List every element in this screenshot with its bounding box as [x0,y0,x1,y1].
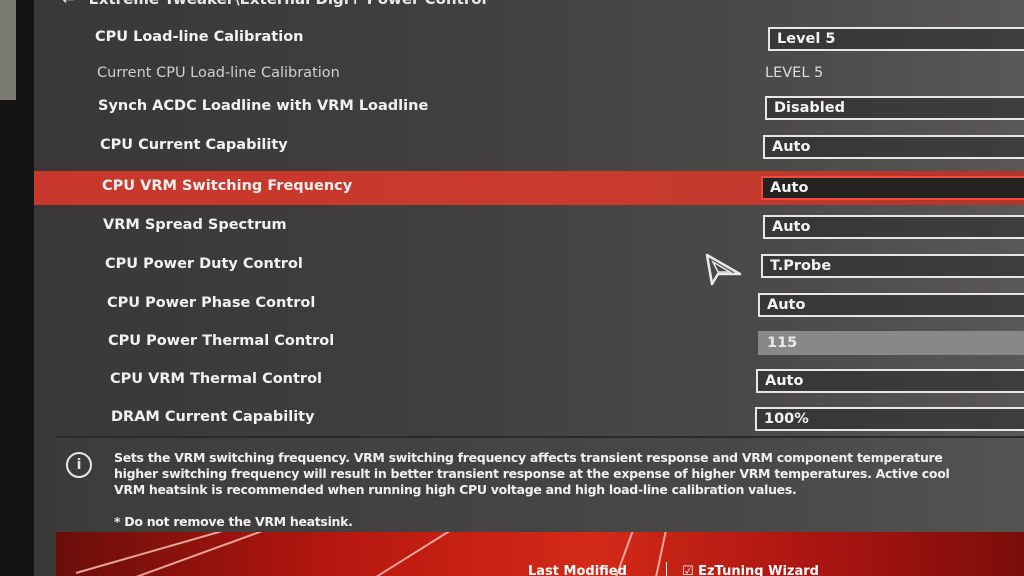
setting-dropdown[interactable]: Level 5 [768,27,1024,51]
setting-label: VRM Spread Spectrum [103,217,287,233]
footer-bar: Last Modified ☑ EzTuning Wizard [56,532,1024,576]
setting-dropdown[interactable]: Auto [763,215,1024,239]
setting-dropdown[interactable]: Auto [756,369,1024,393]
setting-label: CPU Power Phase Control [107,295,316,311]
setting-label: Current CPU Load-line Calibration [97,65,340,81]
setting-row[interactable]: VRM Spread Spectrum Auto [34,210,1024,244]
setting-row[interactable]: CPU Power Phase Control Auto [34,288,1024,322]
last-modified-button[interactable]: Last Modified [528,564,627,576]
breadcrumb-path: Extreme Tweaker\External Digi+ Power Con… [89,0,487,8]
setting-label: CPU Load-line Calibration [95,29,304,45]
setting-dropdown[interactable]: T.Probe [761,254,1024,278]
setting-dropdown[interactable]: Auto [761,176,1024,200]
setting-label: CPU Current Capability [100,137,288,153]
setting-dropdown[interactable]: 100% [755,407,1024,431]
setting-dropdown[interactable]: Auto [763,135,1024,159]
setting-row[interactable]: DRAM Current Capability 100% [34,402,1024,436]
setting-row[interactable]: CPU Power Thermal Control 115 [34,326,1024,360]
setting-label: CPU VRM Thermal Control [110,371,323,387]
setting-row[interactable]: CPU Load-line Calibration Level 5 [34,22,1024,56]
setting-row[interactable]: CPU Power Duty Control T.Probe [34,249,1024,283]
footer-divider [666,562,667,576]
help-text-line: VRM heatsink is recommended when running… [114,482,797,497]
background-object [0,0,16,100]
back-arrow-icon[interactable]: ← [62,0,75,8]
decorative-streak [135,532,344,576]
decorative-streak [655,532,672,576]
help-panel: i Sets the VRM switching frequency. VRM … [56,436,1024,534]
breadcrumb: ← Extreme Tweaker\External Digi+ Power Co… [62,0,487,8]
setting-row[interactable]: CPU VRM Thermal Control Auto [34,364,1024,398]
help-text-line: higher switching frequency will result i… [114,466,950,481]
setting-row[interactable]: Synch ACDC Loadline with VRM Loadline Dis… [34,91,1024,125]
setting-label: CPU Power Thermal Control [108,333,335,349]
info-icon: i [66,452,92,478]
setting-row[interactable]: CPU VRM Switching Frequency Auto [34,171,1024,205]
setting-value-input[interactable]: 115 [758,331,1024,355]
setting-dropdown[interactable]: Auto [758,293,1024,317]
help-note: * Do not remove the VRM heatsink. [114,514,353,529]
mouse-cursor-icon [705,253,742,286]
setting-label: CPU VRM Switching Frequency [102,178,353,194]
setting-dropdown[interactable]: Disabled [765,96,1024,120]
help-text-line: Sets the VRM switching frequency. VRM sw… [114,450,943,465]
decorative-streak [375,532,496,576]
setting-row[interactable]: CPU Current Capability Auto [34,130,1024,164]
setting-readonly-value: LEVEL 5 [765,65,824,81]
setting-row[interactable]: Current CPU Load-line Calibration LEVEL 5 [34,58,1024,92]
setting-label: CPU Power Duty Control [105,256,303,272]
setting-label: Synch ACDC Loadline with VRM Loadline [98,98,429,114]
setting-label: DRAM Current Capability [111,409,315,425]
monitor-bezel [0,0,36,576]
ez-tuning-wizard-button[interactable]: ☑ EzTuning Wizard [682,564,819,576]
